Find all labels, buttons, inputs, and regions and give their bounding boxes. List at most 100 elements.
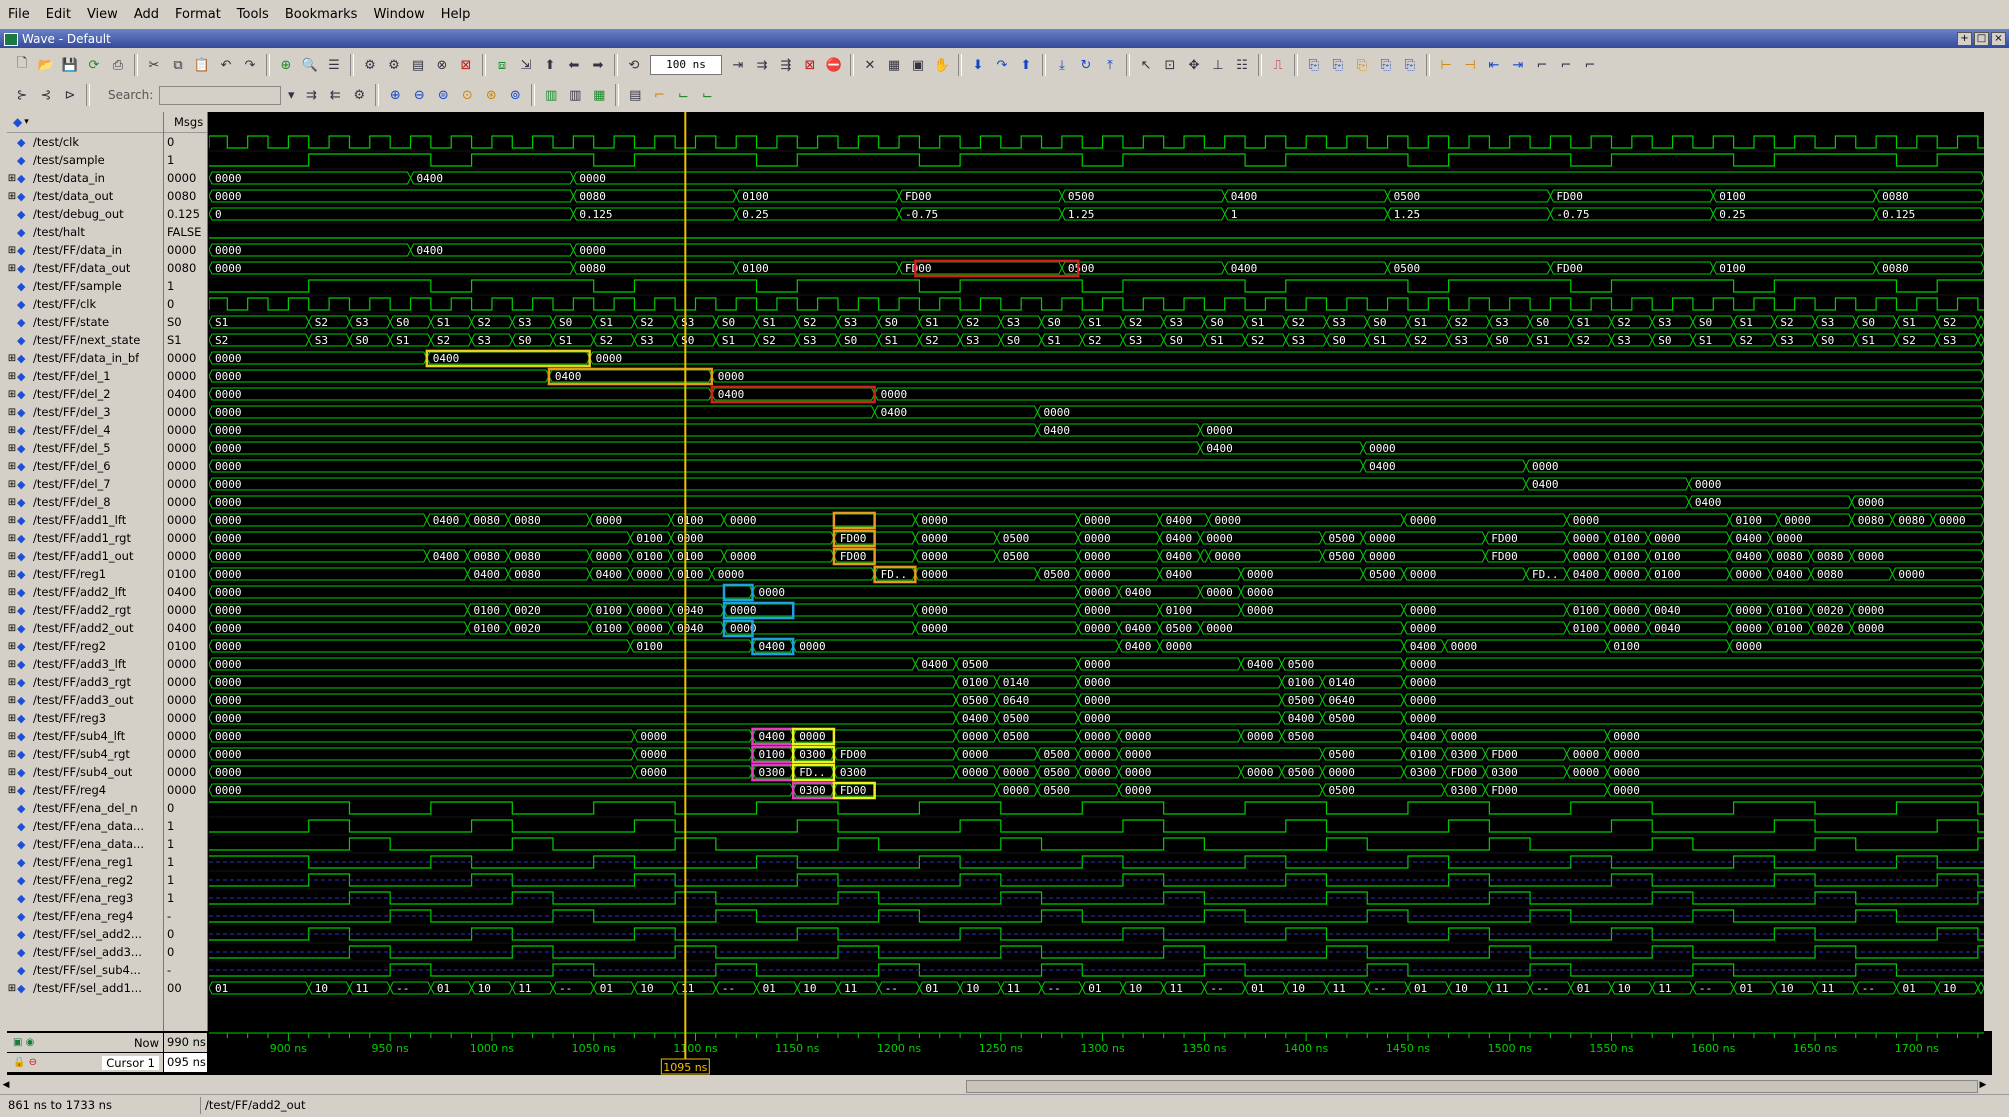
expand-icon[interactable]: ⊞ <box>7 551 17 562</box>
signal-row[interactable]: ⊞ ◆ /test/FF/data_in <box>7 241 163 259</box>
zoom-in-icon[interactable]: ⊕ <box>385 85 405 105</box>
signal-row[interactable]: ⊞ ◆ /test/FF/del_5 <box>7 439 163 457</box>
wave-bookmark-icon[interactable]: ⎘ <box>1400 55 1420 75</box>
hand-icon[interactable]: ✋ <box>932 55 952 75</box>
paste-icon[interactable]: 📋 <box>192 55 212 75</box>
time-ruler[interactable]: 900 ns 950 ns 1000 ns 1050 ns 1100 ns 1150 ns… <box>209 1031 1984 1075</box>
expand-icon[interactable]: ⎍ <box>1268 55 1288 75</box>
zoom-last-icon[interactable]: ⊚ <box>505 85 525 105</box>
expand-icon[interactable]: ⊞ <box>7 731 17 742</box>
step-over-icon[interactable]: ↷ <box>992 55 1012 75</box>
memory-icon[interactable]: ▣ <box>908 55 928 75</box>
ruler-icon[interactable]: ⊥ <box>1208 55 1228 75</box>
new-icon[interactable]: 🗋 <box>12 55 32 75</box>
signal-row[interactable]: ⊞ ◆ /test/FF/sub4_rgt <box>7 745 163 763</box>
edge-clear-icon[interactable]: ⌐ <box>1580 55 1600 75</box>
chevron-down-icon[interactable]: ▾ <box>24 117 29 127</box>
signal-group-icon[interactable]: ◆ <box>13 115 22 129</box>
zoom-full-icon[interactable]: ⊜ <box>433 85 453 105</box>
cursor-label[interactable]: 🔒 ⊖ Cursor 1 <box>7 1053 163 1072</box>
signal-row[interactable]: ◆ /test/clk <box>7 133 163 151</box>
expand-icon[interactable]: ⊞ <box>7 713 17 724</box>
edit-mode-icon[interactable]: ☷ <box>1232 55 1252 75</box>
run-continue-icon[interactable]: ⇉ <box>752 55 772 75</box>
expand-icon[interactable]: ⊞ <box>7 497 17 508</box>
signal-row[interactable]: ⊞ ◆ /test/FF/reg2 <box>7 637 163 655</box>
cursor-lock-icon[interactable]: 🔒 ⊖ <box>13 1057 37 1068</box>
edge-rising-icon[interactable]: ⇥ <box>1508 55 1528 75</box>
search-dropdown-icon[interactable]: ▾ <box>285 85 297 105</box>
signal-row[interactable]: ⊞ ◆ /test/FF/add1_out <box>7 547 163 565</box>
menu-window[interactable]: Window <box>365 7 432 22</box>
break-run-icon[interactable]: ⊠ <box>800 55 820 75</box>
signal-row[interactable]: ⊞ ◆ /test/FF/add3_rgt <box>7 673 163 691</box>
zoom-out-icon[interactable]: ⊖ <box>409 85 429 105</box>
menu-view[interactable]: View <box>79 7 126 22</box>
expand-icon[interactable]: ⊞ <box>7 749 17 760</box>
cut-icon[interactable]: ✂ <box>144 55 164 75</box>
run-all-icon[interactable]: ⇶ <box>776 55 796 75</box>
search-options-icon[interactable]: ⚙ <box>349 85 369 105</box>
expand-icon[interactable]: ⊞ <box>7 659 17 670</box>
signal-row[interactable]: ◆ /test/FF/sel_add2... <box>7 925 163 943</box>
waveform-area[interactable]: 0000 0400 0000 0000 0080 0100 FD00 0500 0400 0500… <box>209 112 1984 1031</box>
cursor-lock-icon[interactable]: ⊳ <box>60 85 80 105</box>
signal-row[interactable]: ◆ /test/FF/sel_add3... <box>7 943 163 961</box>
wave-add-icon[interactable]: ⎘ <box>1304 55 1324 75</box>
edge-step-icon[interactable]: ⌙ <box>697 85 717 105</box>
signal-row[interactable]: ⊞ ◆ /test/FF/data_in_bf <box>7 349 163 367</box>
menu-tools[interactable]: Tools <box>229 7 277 22</box>
restart-icon[interactable]: ⟲ <box>624 55 644 75</box>
cursor-add-icon[interactable]: ⊱ <box>12 85 32 105</box>
signal-row[interactable]: ◆ /test/FF/state <box>7 313 163 331</box>
expand-icon[interactable]: ⊞ <box>7 767 17 778</box>
save-icon[interactable]: 💾 <box>60 55 80 75</box>
back-arrow-icon[interactable]: ⬅ <box>564 55 584 75</box>
signal-row[interactable]: ⊞ ◆ /test/FF/add3_out <box>7 691 163 709</box>
edge-fall-icon[interactable]: ⌙ <box>673 85 693 105</box>
wave-layout-b-icon[interactable]: ▥ <box>565 85 585 105</box>
signal-row[interactable]: ⊞ ◆ /test/FF/add2_out <box>7 619 163 637</box>
signal-row[interactable]: ⊞ ◆ /test/FF/del_2 <box>7 385 163 403</box>
expand-icon[interactable]: ⊞ <box>7 173 17 184</box>
signal-row[interactable]: ⊞ ◆ /test/FF/reg1 <box>7 565 163 583</box>
signal-row[interactable]: ⊞ ◆ /test/FF/add2_rgt <box>7 601 163 619</box>
signal-row[interactable]: ⊞ ◆ /test/FF/del_6 <box>7 457 163 475</box>
zoom-range-icon[interactable]: ⊛ <box>481 85 501 105</box>
up-arrow-icon[interactable]: ⬆ <box>540 55 560 75</box>
signal-row[interactable]: ⊞ ◆ /test/FF/del_4 <box>7 421 163 439</box>
search-forward-icon[interactable]: ⇉ <box>301 85 321 105</box>
redo-icon[interactable]: ↷ <box>240 55 260 75</box>
expand-icon[interactable]: ⊞ <box>7 983 17 994</box>
waveform-canvas[interactable]: 0000 0400 0000 0000 0080 0100 FD00 0500 0400 0500… <box>209 112 1984 1031</box>
signal-row[interactable]: ◆ /test/FF/next_state <box>7 331 163 349</box>
signal-row[interactable]: ⊞ ◆ /test/FF/data_out <box>7 259 163 277</box>
cursor-name[interactable]: Cursor 1 <box>102 1055 159 1070</box>
break-icon[interactable]: ⊗ <box>432 55 452 75</box>
signal-row[interactable]: ⊞ ◆ /test/data_in <box>7 169 163 187</box>
zoom-full-icon[interactable]: ⇲ <box>516 55 536 75</box>
wave-divider-icon[interactable]: ⎘ <box>1376 55 1396 75</box>
signal-row[interactable]: ◆ /test/FF/ena_data... <box>7 835 163 853</box>
signal-row[interactable]: ◆ /test/FF/ena_reg4 <box>7 907 163 925</box>
wave-layout-c-icon[interactable]: ▦ <box>589 85 609 105</box>
signal-column-header[interactable]: ◆ ▾ <box>7 112 163 133</box>
expand-icon[interactable]: ⊞ <box>7 407 17 418</box>
edge-next-icon[interactable]: ⊢ <box>1436 55 1456 75</box>
edge-search-icon[interactable]: ⌐ <box>1556 55 1576 75</box>
compile-all-icon[interactable]: ⚙ <box>384 55 404 75</box>
halt-icon[interactable]: ⛔ <box>824 55 844 75</box>
maximize-button[interactable]: □ <box>1974 32 1989 46</box>
edge-panel-icon[interactable]: ▤ <box>625 85 645 105</box>
undock-button[interactable]: + <box>1957 32 1972 46</box>
open-icon[interactable]: 📂 <box>36 55 56 75</box>
expand-icon[interactable]: ⊞ <box>7 515 17 526</box>
signal-row[interactable]: ⊞ ◆ /test/FF/add3_lft <box>7 655 163 673</box>
expand-icon[interactable]: ⊞ <box>7 443 17 454</box>
signal-row[interactable]: ⊞ ◆ /test/FF/del_7 <box>7 475 163 493</box>
now-tools-icon[interactable]: ▣ ◉ <box>13 1037 34 1048</box>
step-out-icon[interactable]: ⬆ <box>1016 55 1036 75</box>
format-icon[interactable]: ☰ <box>324 55 344 75</box>
signal-row[interactable]: ⊞ ◆ /test/FF/sub4_lft <box>7 727 163 745</box>
scroll-right-icon[interactable]: ▶ <box>1977 1080 1989 1092</box>
